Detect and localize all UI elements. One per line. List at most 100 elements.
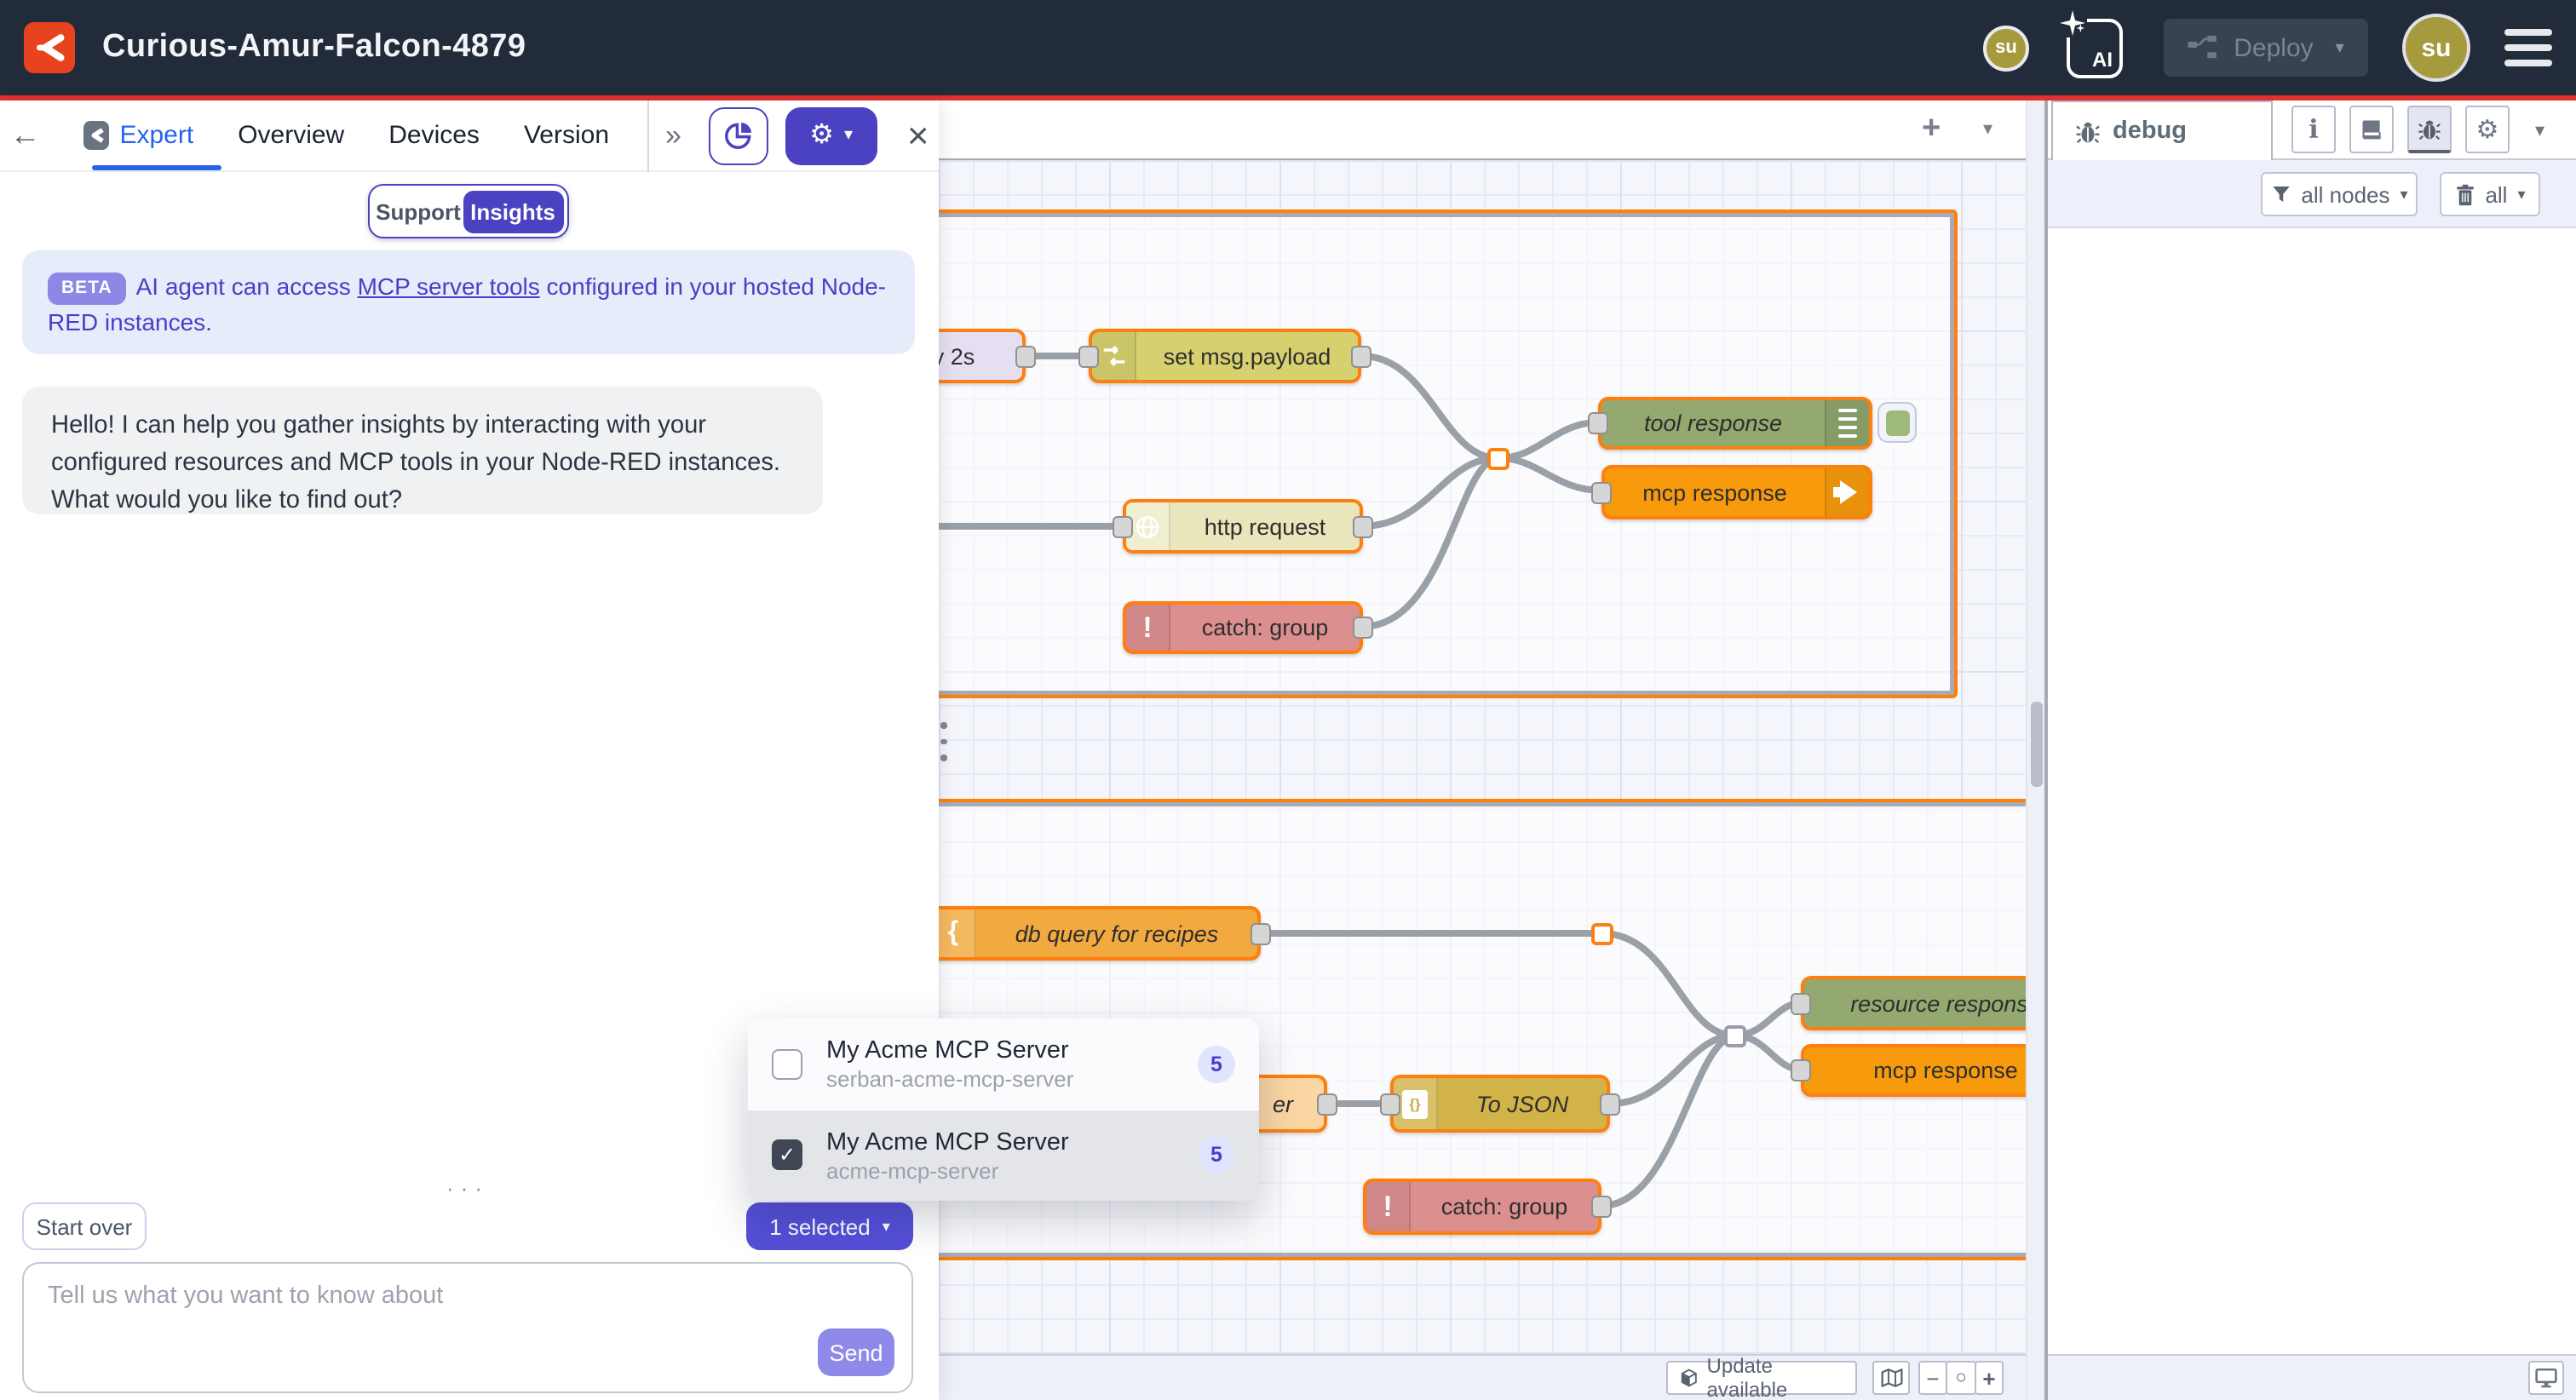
zoom-out-button[interactable]: − — [1918, 1361, 1947, 1395]
deploy-button[interactable]: Deploy ▾ — [2164, 19, 2368, 77]
flowfuse-logo-icon[interactable] — [24, 22, 75, 73]
node-port[interactable] — [1351, 345, 1371, 367]
node-port[interactable] — [1600, 1093, 1620, 1115]
beta-text-pre: AI agent can access — [136, 273, 358, 300]
back-button[interactable]: ← — [0, 118, 50, 153]
tool-count-badge: 5 — [1198, 1046, 1235, 1083]
node-port[interactable] — [1588, 412, 1608, 434]
toggle-support[interactable]: Support — [374, 198, 463, 224]
node-port[interactable] — [1791, 1059, 1811, 1082]
add-flow-button[interactable]: + — [1922, 111, 1941, 148]
catch-bang-icon: ! — [1366, 1182, 1411, 1231]
mcp-server-subtitle: serban-acme-mcp-server — [826, 1067, 1198, 1093]
resize-dots-handle[interactable]: ··· — [446, 1175, 489, 1201]
more-tabs-button[interactable]: » — [665, 118, 681, 152]
deploy-caret-icon[interactable]: ▾ — [2336, 38, 2344, 57]
debug-filter-button[interactable]: all nodes ▾ — [2261, 172, 2418, 216]
link-out-icon — [1825, 468, 1869, 516]
chevron-down-icon: ▾ — [844, 126, 853, 145]
chat-input[interactable] — [24, 1264, 911, 1391]
tab-debug[interactable]: debug — [2051, 100, 2273, 160]
node-port[interactable] — [1113, 515, 1133, 537]
node-to-json[interactable]: {} To JSON — [1390, 1075, 1610, 1133]
mcp-server-option[interactable]: ✓ My Acme MCP Server acme-mcp-server 5 — [748, 1110, 1259, 1201]
deploy-icon — [2188, 36, 2218, 60]
node-set-payload[interactable]: set msg.payload — [1089, 329, 1361, 383]
ai-assistant-icon[interactable]: AI — [2067, 18, 2123, 77]
node-port[interactable] — [1591, 481, 1612, 503]
wire-junction[interactable] — [1487, 448, 1509, 470]
assistant-settings-button[interactable]: ⚙ ▾ — [785, 106, 877, 164]
tab-devices[interactable]: Devices — [388, 121, 480, 150]
main-menu-icon[interactable] — [2504, 29, 2552, 67]
insights-chart-button[interactable] — [709, 106, 768, 164]
top-bar: Curious-Amur-Falcon-4879 su AI Deploy ▾ … — [0, 0, 2576, 95]
pie-chart-icon — [722, 119, 755, 152]
app-root: Curious-Amur-Falcon-4879 su AI Deploy ▾ … — [0, 0, 2576, 1400]
node-port[interactable] — [1078, 345, 1099, 367]
node-http-request[interactable]: http request — [1123, 499, 1363, 554]
debug-sidebar: debug i ⚙ ▾ all nodes ▾ all ▾ — [2044, 100, 2576, 1400]
panel-resize-grip[interactable] — [940, 722, 946, 760]
canvas-footer-bar: Update available − ○ + — [939, 1354, 2026, 1400]
tab-overview[interactable]: Overview — [238, 121, 344, 150]
gear-icon: ⚙ — [809, 122, 834, 149]
node-port[interactable] — [1353, 617, 1373, 639]
tab-expert[interactable]: Expert — [119, 121, 193, 150]
node-mcp-response-top[interactable]: mcp response — [1601, 465, 1872, 519]
node-port[interactable] — [1791, 992, 1811, 1014]
debug-clear-button[interactable]: all ▾ — [2440, 172, 2540, 216]
node-port[interactable] — [1380, 1093, 1400, 1115]
beta-notice: BETA AI agent can access MCP server tools… — [22, 250, 915, 354]
node-port[interactable] — [1251, 922, 1271, 944]
sidebar-menu-button[interactable]: ▾ — [2535, 119, 2544, 141]
start-over-button[interactable]: Start over — [22, 1202, 147, 1250]
checkbox-checked[interactable]: ✓ — [772, 1140, 802, 1171]
send-button[interactable]: Send — [818, 1328, 894, 1376]
selected-label: 1 selected — [769, 1214, 871, 1239]
update-available-button[interactable]: Update available — [1666, 1361, 1857, 1395]
mode-toggle: Support Insights — [368, 184, 569, 238]
info-tab-button[interactable]: i — [2291, 106, 2336, 153]
node-delay[interactable]: delay 2s — [939, 329, 1026, 383]
funnel-icon — [2270, 184, 2291, 204]
node-port[interactable] — [1317, 1093, 1337, 1115]
avatar-large[interactable]: su — [2402, 14, 2470, 82]
selected-servers-button[interactable]: 1 selected ▾ — [746, 1202, 913, 1250]
node-resource-response[interactable]: resource response — [1801, 976, 2026, 1030]
node-port[interactable] — [1015, 345, 1036, 367]
book-icon — [2360, 118, 2383, 141]
mcp-server-tools-link[interactable]: MCP server tools — [358, 273, 540, 300]
node-catch-bottom[interactable]: ! catch: group — [1363, 1179, 1601, 1235]
close-panel-button[interactable]: × — [897, 113, 939, 158]
canvas-scrollbar[interactable] — [2026, 100, 2044, 1400]
open-window-button[interactable] — [2528, 1361, 2564, 1395]
node-port[interactable] — [1591, 1196, 1612, 1218]
avatar-small[interactable]: su — [1983, 25, 2029, 71]
debug-tab-button[interactable] — [2407, 106, 2452, 153]
debug-enable-toggle[interactable] — [1877, 402, 1917, 443]
mcp-server-option[interactable]: My Acme MCP Server serban-acme-mcp-serve… — [748, 1018, 1259, 1110]
scrollbar-thumb[interactable] — [2031, 702, 2043, 787]
catch-bang-icon: ! — [1126, 605, 1170, 651]
wire-junction[interactable] — [1591, 923, 1613, 945]
flow-list-button[interactable]: ▾ — [1983, 118, 1992, 140]
minimap-button[interactable] — [1872, 1361, 1910, 1395]
tab-version[interactable]: Version — [524, 121, 609, 150]
beta-badge: BETA — [48, 273, 126, 305]
checkbox-unchecked[interactable] — [772, 1049, 802, 1080]
node-mcp-response-bottom[interactable]: mcp response — [1801, 1044, 2026, 1097]
node-catch-top[interactable]: ! catch: group — [1123, 601, 1363, 654]
zoom-in-button[interactable]: + — [1975, 1361, 2004, 1395]
settings-tab-button[interactable]: ⚙ — [2465, 106, 2510, 153]
tool-count-badge: 5 — [1198, 1137, 1235, 1174]
wire-junction[interactable] — [1724, 1025, 1746, 1047]
zoom-reset-button[interactable]: ○ — [1946, 1361, 1976, 1395]
node-tool-response[interactable]: tool response — [1598, 397, 1872, 450]
help-tab-button[interactable] — [2349, 106, 2394, 153]
sidebar-header: debug i ⚙ ▾ — [2048, 100, 2576, 160]
node-port[interactable] — [1353, 515, 1373, 537]
workspace-tab-bar: + ▾ — [939, 100, 2026, 160]
toggle-insights[interactable]: Insights — [463, 190, 563, 232]
node-db-query[interactable]: { db query for recipes — [939, 906, 1261, 961]
